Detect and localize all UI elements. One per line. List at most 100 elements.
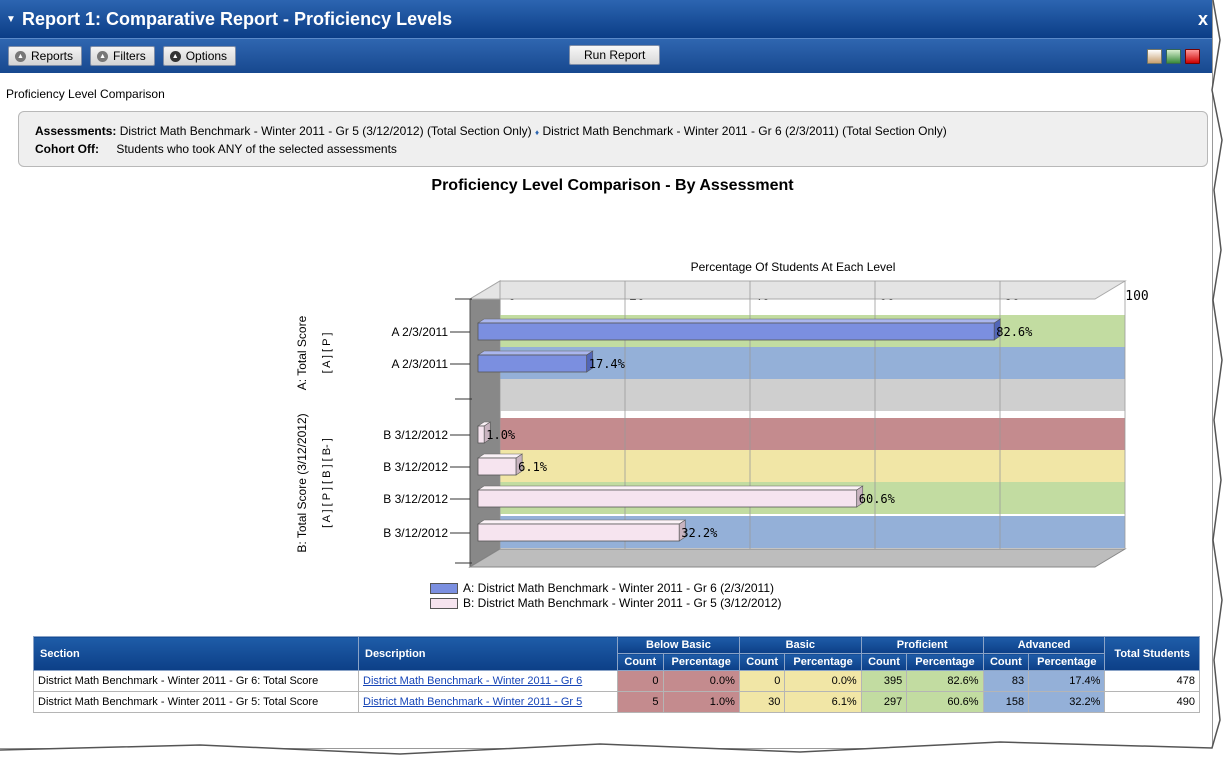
- section-cell: District Math Benchmark - Winter 2011 - …: [33, 670, 359, 692]
- bar-top-face: [477, 453, 524, 459]
- plot-band: [500, 379, 1125, 411]
- chart-floor: [468, 548, 1127, 568]
- proficient-count: 395: [860, 670, 908, 692]
- results-table: Section Description Below Basic Basic Pr…: [33, 636, 1200, 713]
- bar-top-face: [477, 519, 687, 525]
- x-tick-label: 100: [1125, 289, 1148, 304]
- reports-button[interactable]: ▲ Reports: [8, 46, 83, 66]
- proficient-percentage: 60.6%: [906, 691, 984, 713]
- group-label-a: A: Total Score: [295, 315, 309, 390]
- bar-top-face: [477, 350, 594, 356]
- report-content: Proficiency Level Comparison Assessments…: [0, 73, 1212, 748]
- bar: [477, 322, 995, 341]
- advanced-count: 158: [982, 691, 1030, 713]
- bar-value-label: 60.6%: [859, 492, 896, 506]
- plot-band: [500, 418, 1125, 450]
- proficiency-bar-chart: Percentage Of Students At Each Level0204…: [295, 260, 1149, 568]
- category-label: B 3/12/2012: [383, 460, 448, 474]
- window-title: Report 1: Comparative Report - Proficien…: [22, 8, 453, 29]
- bar-value-label: 17.4%: [589, 357, 626, 371]
- bar: [477, 354, 588, 373]
- options-button-label: Options: [185, 49, 228, 63]
- excel-icon[interactable]: [1166, 49, 1181, 64]
- group-levels-b: [ A ] [ P ] [ B ] [ B- ]: [321, 438, 333, 528]
- header-percentage: Percentage: [906, 653, 984, 671]
- header-total-students: Total Students: [1104, 636, 1200, 671]
- description-cell: District Math Benchmark - Winter 2011 - …: [358, 670, 618, 692]
- description-link[interactable]: District Math Benchmark - Winter 2011 - …: [363, 675, 582, 687]
- legend-item-b: B: District Math Benchmark - Winter 2011…: [430, 596, 782, 611]
- bar: [477, 523, 680, 542]
- total-students-cell: 490: [1104, 691, 1200, 713]
- header-percentage: Percentage: [662, 653, 740, 671]
- expand-icon: ▲: [97, 50, 109, 62]
- basic-percentage: 6.1%: [784, 691, 862, 713]
- description-link[interactable]: District Math Benchmark - Winter 2011 - …: [363, 696, 582, 708]
- legend-swatch-a: [430, 583, 458, 594]
- section-cell: District Math Benchmark - Winter 2011 - …: [33, 691, 359, 713]
- basic-count: 0: [738, 670, 786, 692]
- legend-swatch-b: [430, 598, 458, 609]
- below-basic-percentage: 0.0%: [662, 670, 740, 692]
- proficient-percentage: 82.6%: [906, 670, 984, 692]
- legend-label-a: A: District Math Benchmark - Winter 2011…: [463, 581, 774, 595]
- header-description: Description: [358, 636, 618, 671]
- bar-value-label: 6.1%: [518, 460, 548, 474]
- filters-button[interactable]: ▲ Filters: [90, 46, 155, 66]
- category-label: B 3/12/2012: [383, 526, 448, 540]
- total-students-cell: 478: [1104, 670, 1200, 692]
- pdf-icon[interactable]: [1185, 49, 1200, 64]
- below-basic-percentage: 1.0%: [662, 691, 740, 713]
- collapse-caret-icon[interactable]: ▼: [0, 14, 22, 25]
- toolbar: ▲ Reports ▲ Filters ▲ Options Run Report: [0, 38, 1212, 73]
- header-percentage: Percentage: [1028, 653, 1106, 671]
- category-label: B 3/12/2012: [383, 492, 448, 506]
- header-count: Count: [982, 653, 1030, 671]
- x-axis-title: Percentage Of Students At Each Level: [691, 260, 896, 274]
- expand-icon: ▲: [15, 50, 26, 62]
- reports-button-label: Reports: [31, 49, 74, 63]
- bar: [477, 489, 858, 508]
- print-icon[interactable]: [1147, 49, 1162, 64]
- report-window: ▼ Report 1: Comparative Report - Profici…: [0, 0, 1213, 749]
- bar-top-face: [477, 485, 864, 491]
- advanced-count: 83: [982, 670, 1030, 692]
- options-button[interactable]: ▲ Options: [162, 46, 237, 66]
- expand-icon: ▲: [169, 50, 181, 62]
- export-icons: [1147, 49, 1200, 64]
- bar: [477, 457, 517, 476]
- header-count: Count: [860, 653, 908, 671]
- category-label: B 3/12/2012: [383, 428, 448, 442]
- header-below-basic: Below Basic: [617, 636, 740, 654]
- run-report-button[interactable]: Run Report: [569, 45, 661, 65]
- table-row: District Math Benchmark - Winter 2011 - …: [33, 691, 1200, 713]
- close-icon[interactable]: x: [1198, 9, 1208, 30]
- plot-band: [500, 450, 1125, 482]
- table-row: District Math Benchmark - Winter 2011 - …: [33, 670, 1200, 692]
- filters-button-label: Filters: [113, 49, 146, 63]
- description-cell: District Math Benchmark - Winter 2011 - …: [358, 691, 618, 713]
- basic-percentage: 0.0%: [784, 670, 862, 692]
- header-count: Count: [738, 653, 786, 671]
- header-advanced: Advanced: [982, 636, 1106, 654]
- advanced-percentage: 32.2%: [1028, 691, 1106, 713]
- title-bar: ▼ Report 1: Comparative Report - Profici…: [0, 0, 1212, 38]
- chart-legend: A: District Math Benchmark - Winter 2011…: [430, 581, 782, 611]
- proficient-count: 297: [860, 691, 908, 713]
- basic-count: 30: [738, 691, 786, 713]
- header-proficient: Proficient: [860, 636, 984, 654]
- category-label: A 2/3/2011: [392, 325, 449, 339]
- header-count: Count: [617, 653, 664, 671]
- group-label-b: B: Total Score (3/12/2012): [295, 413, 309, 552]
- category-label: A 2/3/2011: [392, 357, 449, 371]
- legend-item-a: A: District Math Benchmark - Winter 2011…: [430, 581, 782, 596]
- legend-label-b: B: District Math Benchmark - Winter 2011…: [463, 596, 782, 610]
- bar: [477, 425, 485, 444]
- below-basic-count: 5: [617, 691, 664, 713]
- advanced-percentage: 17.4%: [1028, 670, 1106, 692]
- group-levels-a: [ A ] [ P ]: [321, 333, 333, 374]
- below-basic-count: 0: [617, 670, 664, 692]
- bar-value-label: 1.0%: [486, 428, 516, 442]
- bar-top-face: [477, 318, 1002, 324]
- header-section: Section: [33, 636, 359, 671]
